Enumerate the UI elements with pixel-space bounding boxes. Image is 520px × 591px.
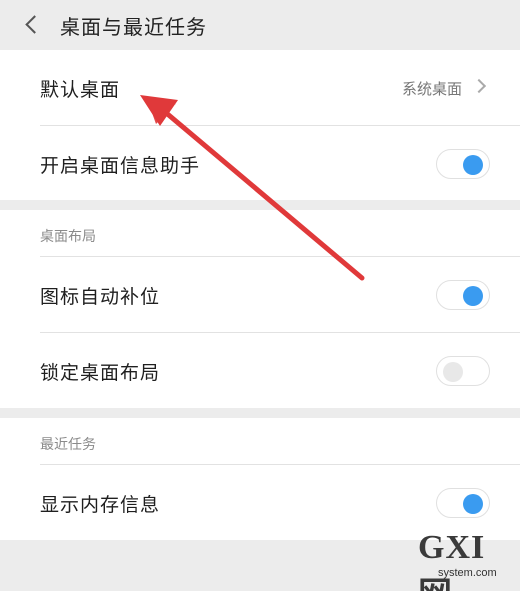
desktop-assistant-row: 开启桌面信息助手 [0,126,520,202]
icon-autofill-label: 图标自动补位 [40,285,161,308]
settings-group-layout: 桌面布局 图标自动补位 锁定桌面布局 [0,210,520,408]
toggle-knob [443,362,463,382]
default-desktop-label: 默认桌面 [40,78,121,101]
icon-autofill-row: 图标自动补位 [0,257,520,333]
toggle-knob [463,494,483,514]
toggle-knob [463,155,483,175]
page-title: 桌面与最近任务 [60,14,207,39]
section-header-recent-tasks: 最近任务 [40,437,96,453]
desktop-assistant-label: 开启桌面信息助手 [40,154,201,177]
desktop-assistant-toggle[interactable] [436,149,490,179]
lock-layout-toggle[interactable] [436,356,490,386]
settings-group-recent-tasks: 最近任务 显示内存信息 [0,418,520,540]
chevron-right-icon [471,78,487,94]
settings-group-desktop: 默认桌面 系统桌面 开启桌面信息助手 [0,50,520,200]
watermark-sub: system.com [438,567,497,579]
toggle-knob [463,286,483,306]
settings-screen: 桌面与最近任务 默认桌面 系统桌面 开启桌面信息助手 桌面布局 图标自动补位 锁… [0,0,520,591]
memory-info-toggle[interactable] [436,488,490,518]
section-header-layout: 桌面布局 [40,229,96,245]
watermark-main: GXI网 [418,529,486,591]
back-chevron-icon[interactable] [8,5,56,45]
memory-info-label: 显示内存信息 [40,493,161,516]
icon-autofill-toggle[interactable] [436,280,490,310]
watermark-logo: GXI网 system.com [418,529,514,591]
top-bar: 桌面与最近任务 [0,0,520,50]
lock-layout-row: 锁定桌面布局 [0,333,520,409]
lock-layout-label: 锁定桌面布局 [40,361,161,384]
default-desktop-row[interactable]: 默认桌面 系统桌面 [0,50,520,126]
default-desktop-value: 系统桌面 [401,79,462,98]
